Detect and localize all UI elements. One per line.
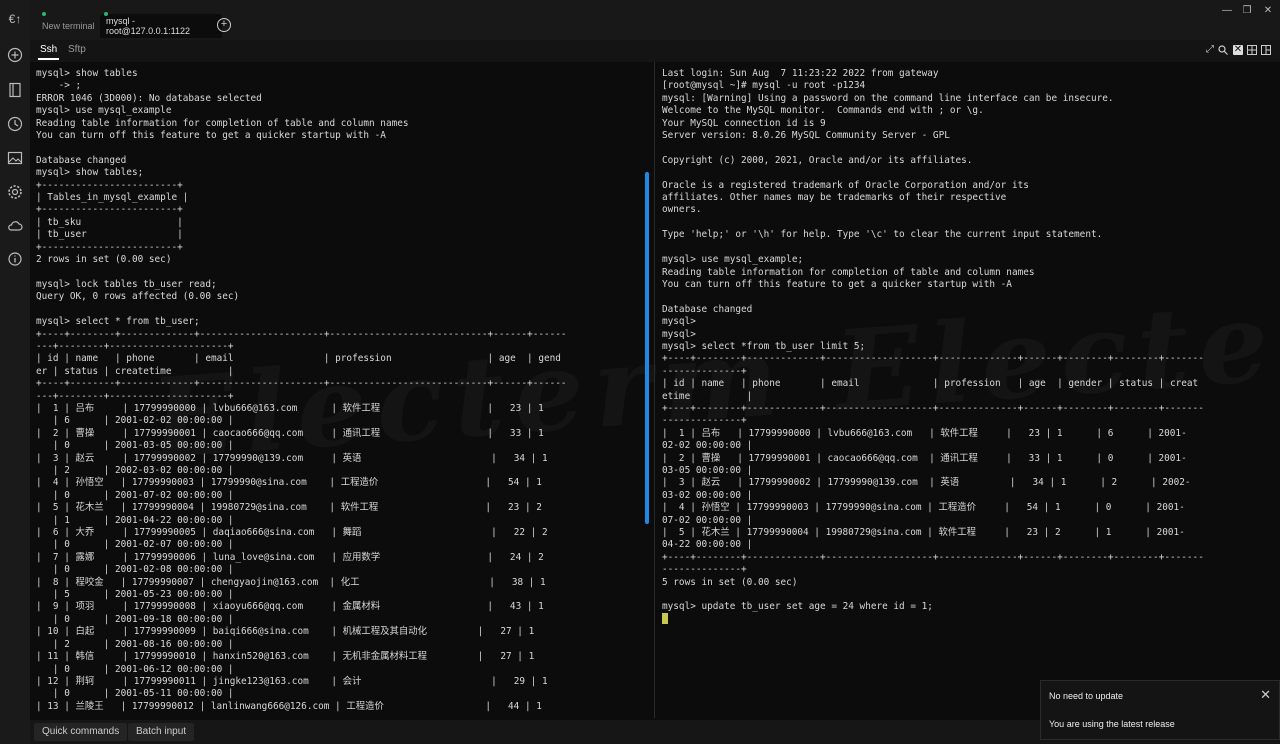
add-tab-icon[interactable]: +	[217, 18, 231, 32]
split-horizontal-icon[interactable]	[1247, 45, 1257, 55]
info-icon[interactable]	[6, 250, 24, 268]
book-icon[interactable]	[6, 81, 24, 99]
toast-title: No need to update	[1049, 691, 1124, 701]
sidebar: €↑	[0, 0, 30, 744]
pane-divider[interactable]	[654, 62, 655, 718]
terminal-cursor	[662, 613, 668, 624]
terminal-pane-right[interactable]: Last login: Sun Aug 7 11:23:22 2022 from…	[656, 62, 1274, 718]
terminal-output: Last login: Sun Aug 7 11:23:22 2022 from…	[662, 68, 1204, 613]
tab-new-terminal[interactable]: New terminal	[40, 12, 104, 38]
tab-mysql-session[interactable]: mysql - root@127.0.0.1:1122	[100, 12, 222, 38]
batch-input-button[interactable]: Batch input	[128, 723, 195, 741]
image-icon[interactable]	[6, 149, 24, 167]
quick-commands-button[interactable]: Quick commands	[34, 723, 128, 741]
restore-icon[interactable]: ❐	[1240, 5, 1254, 17]
cloud-icon[interactable]	[6, 217, 24, 235]
search-icon[interactable]	[1218, 45, 1228, 55]
session-subtabs: Ssh Sftp ⤢ ✕	[30, 40, 1280, 62]
app-logo-icon: €↑	[8, 12, 22, 26]
minimize-icon[interactable]: —	[1220, 5, 1234, 17]
split-vertical-icon[interactable]	[1261, 45, 1271, 55]
status-dot	[104, 12, 108, 16]
gear-icon[interactable]	[6, 183, 24, 201]
subtab-sftp[interactable]: Sftp	[68, 44, 86, 55]
terminal-pane-left[interactable]: mysql> show tables -> ; ERROR 1046 (3D00…	[30, 62, 643, 718]
title-bar: New terminal mysql - root@127.0.0.1:1122…	[30, 0, 1280, 40]
close-window-icon[interactable]: ✕	[1261, 5, 1275, 17]
toast-message: You are using the latest release	[1049, 719, 1175, 729]
subtab-ssh[interactable]: Ssh	[37, 44, 60, 60]
terminal-output: mysql> show tables -> ; ERROR 1046 (3D00…	[36, 68, 567, 712]
status-dot	[42, 12, 46, 16]
single-pane-icon[interactable]: ✕	[1233, 45, 1243, 55]
notification-toast: No need to update ✕ You are using the la…	[1040, 680, 1280, 740]
tab-label: New terminal	[42, 21, 95, 31]
scrollbar[interactable]	[645, 172, 649, 524]
close-icon[interactable]: ✕	[1260, 687, 1271, 703]
tab-label: mysql - root@127.0.0.1:1122	[106, 16, 191, 36]
clock-icon[interactable]	[6, 115, 24, 133]
plus-icon[interactable]	[6, 46, 24, 64]
fullscreen-icon[interactable]: ⤢	[1205, 45, 1215, 55]
